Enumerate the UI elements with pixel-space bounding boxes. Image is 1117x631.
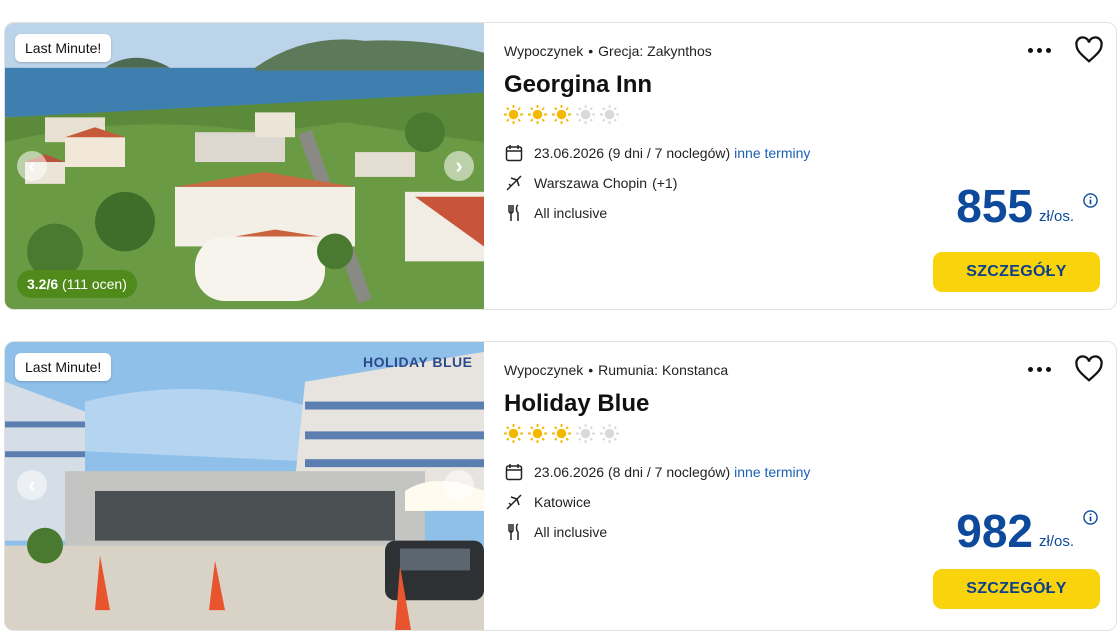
- board-type: All inclusive: [534, 205, 608, 221]
- sun-star-icon: [504, 105, 523, 124]
- plane-icon: [504, 492, 524, 512]
- price-value: 855: [956, 180, 1033, 232]
- chevron-left-icon: ‹: [28, 153, 36, 178]
- price-value: 982: [956, 505, 1033, 557]
- price-unit: zł/os.: [1038, 533, 1074, 550]
- details-button[interactable]: SZCZEGÓŁY: [933, 569, 1100, 609]
- cutlery-icon: [504, 522, 524, 542]
- board-type: All inclusive: [534, 524, 608, 540]
- cutlery-icon: [504, 203, 524, 223]
- hotel-name[interactable]: Georgina Inn: [504, 71, 652, 99]
- other-dates-link[interactable]: inne terminy: [734, 464, 810, 480]
- more-options-icon: [1027, 366, 1033, 372]
- hotel-stars: [504, 424, 619, 443]
- hotel-name[interactable]: Holiday Blue: [504, 390, 649, 418]
- rating-count: (111 ocen): [62, 276, 127, 292]
- offer-board-row: All inclusive: [504, 522, 607, 542]
- sun-star-icon: [528, 424, 547, 443]
- rating-score: 3.2/6: [27, 276, 59, 292]
- details-button[interactable]: SZCZEGÓŁY: [933, 252, 1100, 292]
- sun-star-icon: [552, 424, 571, 443]
- hotel-photo[interactable]: Last Minute! ‹ › 3.2/6 (111 ocen): [5, 23, 484, 309]
- offer-location: Grecja: Zakynthos: [598, 43, 712, 59]
- offer-date-row: 23.06.2026 (9 dni / 7 noclegów) inne ter…: [504, 143, 810, 163]
- heart-icon[interactable]: [1074, 354, 1104, 384]
- other-dates-link[interactable]: inne terminy: [734, 145, 810, 161]
- more-options-button[interactable]: [1024, 37, 1054, 63]
- sun-star-icon: [600, 105, 619, 124]
- prev-photo-button[interactable]: ‹: [17, 151, 47, 181]
- offer-card[interactable]: Last Minute! HOLIDAY BLUE ‹ › Wypoczynek…: [4, 341, 1117, 631]
- next-photo-button[interactable]: ›: [444, 470, 474, 500]
- info-icon[interactable]: [1083, 510, 1098, 525]
- price-block: 982 zł/os.: [956, 508, 1074, 554]
- sun-star-icon: [600, 424, 619, 443]
- departure-airport: Katowice: [534, 494, 591, 510]
- hotel-sign-text: HOLIDAY BLUE: [363, 354, 473, 370]
- rating-badge: 3.2/6 (111 ocen): [17, 270, 137, 298]
- more-options-icon: [1027, 47, 1033, 53]
- sun-star-icon: [576, 424, 595, 443]
- price-block: 855 zł/os.: [956, 183, 1074, 229]
- separator-dot: •: [588, 43, 594, 59]
- last-minute-badge: Last Minute!: [15, 34, 112, 62]
- prev-photo-button[interactable]: ‹: [17, 470, 47, 500]
- hotel-stars: [504, 105, 619, 124]
- offer-date: 23.06.2026 (8 dni / 7 noclegów): [534, 464, 731, 480]
- hotel-photo-image: [5, 23, 484, 309]
- chevron-left-icon: ‹: [28, 472, 36, 497]
- price-unit: zł/os.: [1038, 208, 1074, 225]
- calendar-icon: [504, 143, 524, 163]
- offer-info: Wypoczynek • Grecja: Zakynthos Georgina In…: [504, 23, 1116, 309]
- departure-airport: Warszawa Chopin: [534, 175, 648, 191]
- offer-board-row: All inclusive: [504, 203, 607, 223]
- next-photo-button[interactable]: ›: [444, 151, 474, 181]
- separator-dot: •: [588, 362, 594, 378]
- offer-breadcrumb: Wypoczynek • Grecja: Zakynthos: [504, 43, 712, 59]
- offer-category: Wypoczynek: [504, 43, 584, 59]
- sun-star-icon: [504, 424, 523, 443]
- departure-extra[interactable]: (+1): [652, 175, 677, 191]
- hotel-photo[interactable]: Last Minute! HOLIDAY BLUE ‹ ›: [5, 342, 484, 630]
- calendar-icon: [504, 462, 524, 482]
- sun-star-icon: [576, 105, 595, 124]
- sun-star-icon: [528, 105, 547, 124]
- offer-breadcrumb: Wypoczynek • Rumunia: Konstanca: [504, 362, 728, 378]
- plane-icon: [504, 173, 524, 193]
- chevron-right-icon: ›: [455, 153, 463, 178]
- offer-category: Wypoczynek: [504, 362, 584, 378]
- offer-departure-row: Katowice: [504, 492, 591, 512]
- offer-date: 23.06.2026 (9 dni / 7 noclegów): [534, 145, 731, 161]
- chevron-right-icon: ›: [455, 472, 463, 497]
- offer-info: Wypoczynek • Rumunia: Konstanca Holiday Bl…: [504, 342, 1116, 630]
- offer-departure-row: Warszawa Chopin (+1): [504, 173, 677, 193]
- last-minute-badge: Last Minute!: [15, 353, 112, 381]
- offer-location: Rumunia: Konstanca: [598, 362, 729, 378]
- offer-card[interactable]: Last Minute! ‹ › 3.2/6 (111 ocen) Wypocz…: [4, 22, 1117, 310]
- more-options-button[interactable]: [1024, 356, 1054, 382]
- heart-icon[interactable]: [1074, 35, 1104, 65]
- info-icon[interactable]: [1083, 193, 1098, 208]
- offer-date-row: 23.06.2026 (8 dni / 7 noclegów) inne ter…: [504, 462, 810, 482]
- hotel-photo-image: [5, 342, 484, 630]
- sun-star-icon: [552, 105, 571, 124]
